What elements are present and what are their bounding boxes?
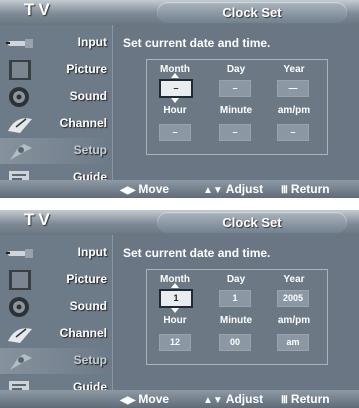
increase-arrow-icon[interactable]: [171, 283, 179, 288]
ampm-header: am/pm: [277, 315, 311, 326]
left-right-arrow-icon: ◀▶: [120, 185, 136, 196]
sidebar-item-label: Sound: [69, 299, 107, 313]
tv-label: TV: [24, 0, 54, 19]
input-plug-icon: [6, 249, 33, 258]
sidebar-item-input[interactable]: Input: [0, 30, 112, 56]
sidebar-item-label: Setup: [73, 353, 107, 367]
sidebar-item-label: Picture: [66, 272, 107, 286]
year-field[interactable]: 2005: [277, 290, 309, 307]
move-label: Move: [138, 182, 170, 196]
sidebar-menu: Input Picture Sound Channel Setup Guide: [0, 25, 112, 185]
minute-header: Minute: [219, 315, 253, 326]
adjust-label: Adjust: [225, 182, 264, 196]
satellite-dish-icon: [8, 118, 32, 133]
menu-title: Clock Set: [157, 212, 347, 233]
increase-arrow-icon[interactable]: [171, 73, 179, 78]
sidebar-item-label: Input: [77, 35, 107, 49]
ampm-header: am/pm: [277, 105, 311, 116]
top-bar: TV Clock Set: [0, 210, 359, 235]
top-bar: TV Clock Set: [0, 0, 359, 25]
return-hint: Ⅲ Return: [281, 182, 330, 196]
sidebar-item-label: Channel: [59, 116, 107, 130]
year-header: Year: [283, 274, 305, 285]
instruction-text: Set current date and time.: [123, 36, 271, 50]
return-menu-icon: Ⅲ: [281, 395, 288, 406]
footer-hints: ◀▶ Move ▲▼ Adjust Ⅲ Return: [0, 390, 359, 408]
date-time-fields: Month Day Year – – — Hour Minute am/pm –…: [146, 59, 328, 155]
setup-icon: [10, 354, 32, 370]
ampm-field[interactable]: –: [277, 124, 309, 141]
date-time-fields: Month Day Year 1 1 2005 Hour Minute am/p…: [146, 269, 328, 365]
up-down-arrow-icon: ▲▼: [203, 395, 223, 406]
sidebar-item-picture[interactable]: Picture: [0, 57, 112, 83]
hour-field[interactable]: 12: [159, 334, 191, 351]
clock-set-screen-set: TV Clock Set Input Picture Sound Channel…: [0, 210, 359, 408]
sidebar-menu: Input Picture Sound Channel Setup Guide: [0, 235, 112, 395]
sidebar-item-input[interactable]: Input: [0, 240, 112, 266]
adjust-hint: ▲▼ Adjust: [203, 392, 263, 406]
hour-header: Hour: [163, 105, 187, 116]
picture-icon: [9, 270, 31, 290]
return-hint: Ⅲ Return: [281, 392, 330, 406]
left-right-arrow-icon: ◀▶: [120, 395, 136, 406]
year-field[interactable]: —: [277, 80, 309, 97]
picture-icon: [9, 60, 31, 80]
instruction-text: Set current date and time.: [123, 246, 271, 260]
return-label: Return: [290, 182, 330, 196]
day-header: Day: [226, 64, 246, 75]
setup-icon: [10, 144, 32, 160]
hour-field[interactable]: –: [159, 124, 191, 141]
decrease-arrow-icon[interactable]: [171, 98, 179, 103]
adjust-label: Adjust: [225, 392, 264, 406]
minute-field[interactable]: –: [219, 124, 251, 141]
month-field[interactable]: –: [159, 79, 193, 98]
day-field[interactable]: 1: [219, 290, 251, 307]
speaker-icon: [9, 297, 29, 317]
sidebar-item-label: Input: [77, 245, 107, 259]
tv-label: TV: [24, 210, 54, 229]
footer-hints: ◀▶ Move ▲▼ Adjust Ⅲ Return: [0, 180, 359, 198]
clock-set-panel: Set current date and time. Month Day Yea…: [112, 235, 359, 390]
return-label: Return: [290, 392, 330, 406]
month-field[interactable]: 1: [159, 289, 193, 308]
sidebar-item-channel[interactable]: Channel: [0, 321, 112, 347]
move-label: Move: [138, 392, 170, 406]
year-header: Year: [283, 64, 305, 75]
speaker-icon: [9, 87, 29, 107]
sidebar-item-channel[interactable]: Channel: [0, 111, 112, 137]
clock-set-panel: Set current date and time. Month Day Yea…: [112, 25, 359, 180]
sidebar-item-setup[interactable]: Setup: [0, 138, 112, 164]
sidebar-item-label: Picture: [66, 62, 107, 76]
ampm-field[interactable]: am: [277, 334, 309, 351]
move-hint: ◀▶ Move: [120, 392, 169, 406]
sidebar-item-setup[interactable]: Setup: [0, 348, 112, 374]
input-plug-icon: [6, 39, 33, 48]
sidebar-item-picture[interactable]: Picture: [0, 267, 112, 293]
menu-title: Clock Set: [157, 2, 347, 23]
up-down-arrow-icon: ▲▼: [203, 185, 223, 196]
return-menu-icon: Ⅲ: [281, 185, 288, 196]
sidebar-item-label: Setup: [73, 143, 107, 157]
satellite-dish-icon: [8, 328, 32, 343]
sidebar-item-sound[interactable]: Sound: [0, 84, 112, 110]
move-hint: ◀▶ Move: [120, 182, 169, 196]
sidebar-item-label: Channel: [59, 326, 107, 340]
sidebar-item-label: Sound: [69, 89, 107, 103]
clock-set-screen-unset: TV Clock Set Input Picture Sound Channel…: [0, 0, 359, 198]
hour-header: Hour: [163, 315, 187, 326]
adjust-hint: ▲▼ Adjust: [203, 182, 263, 196]
sidebar-item-sound[interactable]: Sound: [0, 294, 112, 320]
day-field[interactable]: –: [219, 80, 251, 97]
day-header: Day: [226, 274, 246, 285]
decrease-arrow-icon[interactable]: [171, 308, 179, 313]
minute-field[interactable]: 00: [219, 334, 251, 351]
minute-header: Minute: [219, 105, 253, 116]
